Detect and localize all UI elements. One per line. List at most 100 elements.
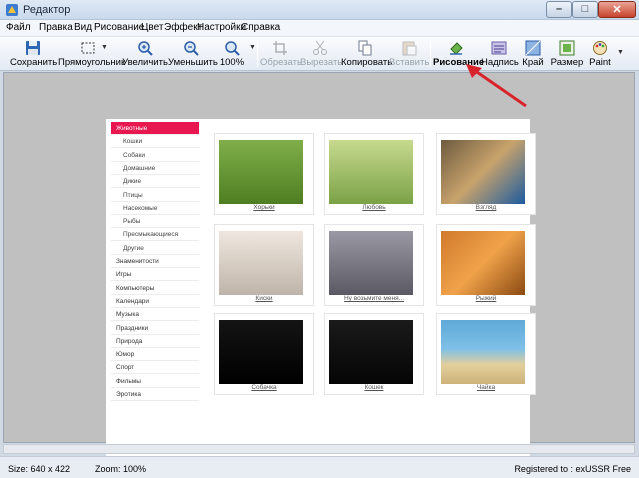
window-title: Редактор [23,4,71,16]
photo-thumbnail[interactable] [329,140,413,204]
chevron-down-icon[interactable]: ▼ [249,44,256,51]
menu-edit[interactable]: Правка [39,22,73,33]
category-item[interactable]: Птицы [111,189,199,202]
category-label: Животные [116,125,148,132]
maximize-button[interactable]: □ [572,1,598,18]
save-button[interactable]: Сохранить [10,38,57,70]
photo-card[interactable]: Собачка [214,313,314,395]
photo-card[interactable]: Киски [214,224,314,306]
photo-card[interactable]: Чайка [436,313,536,395]
minimize-icon: – [555,3,563,15]
photo-card[interactable]: Кошек [324,313,424,395]
chevron-down-icon[interactable]: ▼ [617,49,624,56]
category-item[interactable]: Музыка [111,308,199,322]
cut-button[interactable]: Вырезать [300,38,342,70]
scissors-icon [313,40,327,55]
category-item[interactable]: Эротика [111,388,199,401]
close-button[interactable]: ✕ [598,1,636,18]
photo-caption[interactable]: Ну возьмите меня... [325,295,423,302]
crop-button[interactable]: Обрезать [260,38,302,70]
copy-icon [358,40,372,56]
status-registered: Registered to : exUSSR Free [514,464,631,474]
app-icon [6,4,18,16]
menu-view[interactable]: Вид [74,22,92,33]
category-item[interactable]: Спорт [111,361,199,375]
category-item[interactable]: Природа [111,335,199,348]
photo-caption[interactable]: Собачка [215,384,313,391]
category-item[interactable]: Рыбы [111,215,199,229]
photo-caption[interactable]: Любовь [325,204,423,211]
category-label: Пресмыкающиеся [123,231,179,239]
category-item[interactable]: Животные [111,122,199,135]
photo-card[interactable]: Любовь [324,133,424,215]
rectangle-select-button[interactable]: Прямоугольник [58,38,125,70]
toolbar-separator [430,41,431,67]
zoom-in-button[interactable]: Увеличить [122,38,168,70]
category-label: Собаки [123,151,145,159]
photo-thumbnail[interactable] [219,231,303,295]
category-item[interactable]: Насекомые [111,202,199,215]
category-label: Домашние [123,164,156,172]
rectangle-select-icon [81,42,95,54]
menu-settings[interactable]: Настройки [197,22,246,33]
category-item[interactable]: Юмор [111,348,199,362]
copy-label: Копировать [341,57,393,68]
photo-thumbnail[interactable] [329,320,413,384]
category-item[interactable]: Кошки [111,135,199,149]
category-label: Дикие [123,178,142,186]
category-label: Другие [123,244,144,252]
category-label: Компьютеры [116,284,155,292]
crop-label: Обрезать [260,57,302,68]
category-item[interactable]: Компьютеры [111,282,199,295]
photo-thumbnail[interactable] [441,320,525,384]
category-item[interactable]: Пресмыкающиеся [111,228,199,242]
zoom-level-button[interactable]: 100% [216,38,248,70]
category-item[interactable]: Домашние [111,162,199,175]
photo-card[interactable]: Ну возьмите меня... [324,224,424,306]
status-size: Size: 640 x 422 [8,464,71,474]
photo-caption[interactable]: Чайка [437,384,535,391]
photo-thumbnail[interactable] [441,231,525,295]
photo-caption[interactable]: Киски [215,295,313,302]
menu-drawing[interactable]: Рисование [94,22,144,33]
photo-card[interactable]: Хорьки [214,133,314,215]
category-item[interactable]: Игры [111,268,199,282]
photo-caption[interactable]: Рыжий [437,295,535,302]
photo-card[interactable]: Взгляд [436,133,536,215]
photo-caption[interactable]: Кошек [325,384,423,391]
canvas-workspace[interactable]: Животные Кошки Собаки Домашние Дикие Птицы Нас… [3,72,635,471]
zoom-out-button[interactable]: Уменьшить [168,38,218,70]
paint-button[interactable]: Paint [586,38,614,70]
category-item[interactable]: Календари [111,295,199,308]
horizontal-scrollbar[interactable] [3,444,635,454]
photo-thumbnail[interactable] [441,140,525,204]
category-item[interactable]: Собаки [111,149,199,162]
chevron-down-icon[interactable]: ▼ [101,44,108,51]
photo-thumbnail[interactable] [219,320,303,384]
crop-icon [273,41,287,55]
minimize-button[interactable]: – [546,1,572,18]
photo-thumbnail[interactable] [329,231,413,295]
category-label: Знаменитости [116,258,159,265]
photo-caption[interactable]: Взгляд [437,204,535,211]
category-item[interactable]: Фильмы [111,375,199,388]
category-label: Птицы [123,191,143,199]
photo-card[interactable]: Рыжий [436,224,536,306]
menu-help[interactable]: Справка [241,22,280,33]
category-item[interactable]: Дикие [111,175,199,189]
category-item[interactable]: Знаменитости [111,255,199,268]
paint-label: Paint [589,57,611,68]
category-item[interactable]: Праздники [111,322,199,335]
close-icon: ✕ [612,4,622,16]
menu-color[interactable]: Цвет [141,22,163,33]
paste-button[interactable]: Вставить [389,38,429,70]
menu-file[interactable]: Файл [6,22,31,33]
category-label: Спорт [116,364,135,372]
resize-button[interactable]: Размер [549,38,585,70]
photo-caption[interactable]: Хорьки [215,204,313,211]
canvas-image[interactable]: Животные Кошки Собаки Домашние Дикие Птицы Нас… [106,119,536,471]
category-item[interactable]: Другие [111,242,199,255]
copy-button[interactable]: Копировать [341,38,393,70]
photo-thumbnail[interactable] [219,140,303,204]
category-label: Музыка [116,311,139,319]
